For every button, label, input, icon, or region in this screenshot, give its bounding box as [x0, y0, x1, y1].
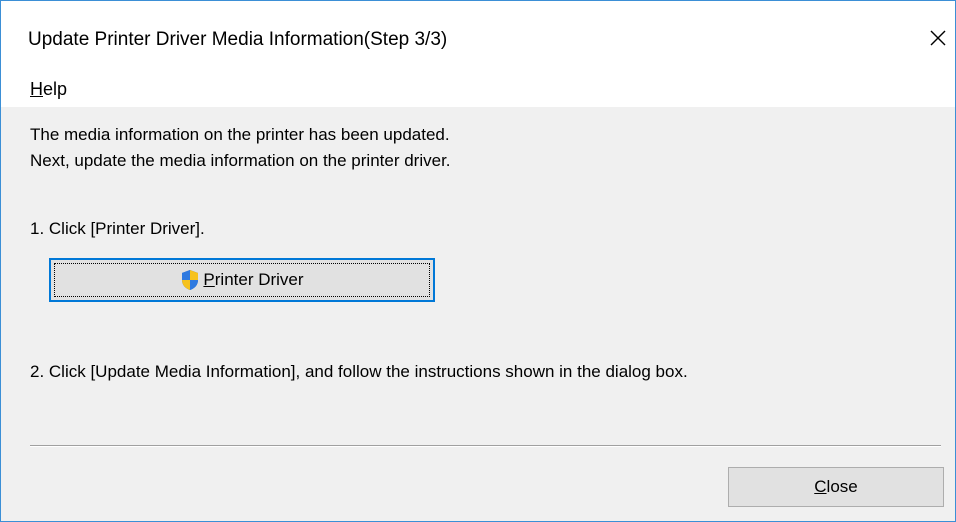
close-button[interactable]: Close [728, 467, 944, 507]
printer-driver-button[interactable]: Printer Driver [49, 258, 435, 302]
intro-line-1: The media information on the printer has… [30, 125, 450, 144]
menu-bar: Help [1, 71, 955, 107]
close-mnemonic: C [814, 477, 827, 496]
title-close-button[interactable] [923, 23, 953, 53]
menu-help-label: elp [43, 79, 68, 99]
step-1-instruction: 1. Click [Printer Driver]. [30, 219, 205, 238]
focus-rectangle [54, 263, 430, 297]
menu-help-mnemonic: H [30, 79, 43, 99]
close-button-label: Close [814, 477, 857, 497]
step-2-instruction: 2. Click [Update Media Information], and… [30, 362, 688, 381]
separator-line [30, 445, 941, 447]
menu-item-help[interactable]: Help [28, 77, 69, 102]
close-label-rest: lose [826, 477, 858, 496]
close-icon [930, 30, 946, 46]
window-title: Update Printer Driver Media Information(… [28, 29, 448, 50]
dialog-window: Update Printer Driver Media Information(… [0, 0, 956, 522]
intro-line-2: Next, update the media information on th… [30, 151, 451, 170]
title-bar[interactable]: Update Printer Driver Media Information(… [1, 1, 955, 71]
